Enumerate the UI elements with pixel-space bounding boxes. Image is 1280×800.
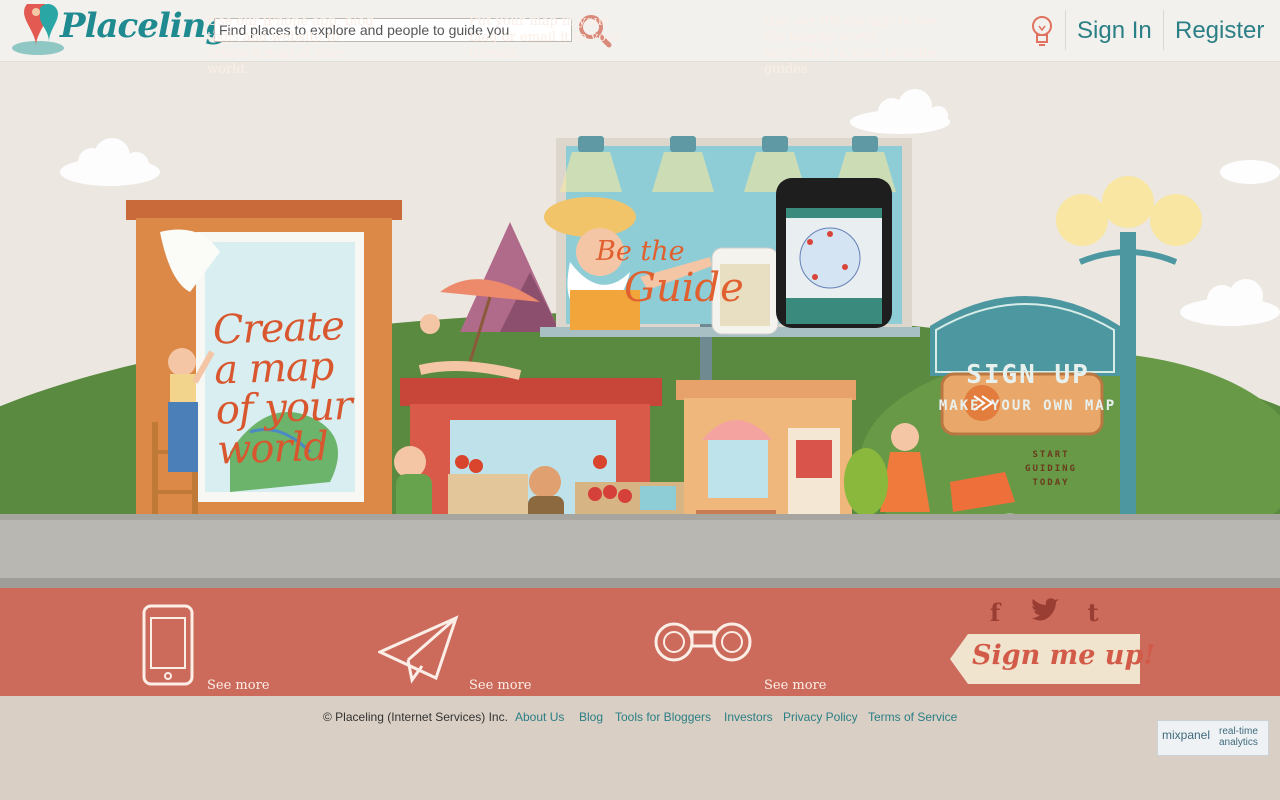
see-more-link[interactable]: See more [764, 678, 827, 693]
footer-link-investors[interactable]: Investors [724, 710, 773, 724]
feature-text: Use our iPhone app, blog tools and websi… [207, 14, 374, 77]
footer-link-bloggers[interactable]: Tools for Bloggers [615, 710, 711, 724]
see-more-link[interactable]: See more [469, 678, 532, 693]
sign-up-subtitle[interactable]: MAKE YOUR OWN MAP [930, 398, 1125, 414]
poster-headline: Create a map of your world [212, 303, 353, 474]
facebook-icon[interactable]: f [982, 598, 1008, 628]
see-more-link[interactable]: See more [207, 678, 270, 693]
header: Placeling Sign In Register [0, 0, 1280, 62]
bakery [676, 380, 856, 522]
hero-scene-graphic [0, 89, 1280, 588]
hero-illustration: Create a map of your world Be the Guide … [0, 62, 1280, 588]
feature-text: Use our iPhone app to see the nearby wor… [764, 14, 938, 77]
header-divider [1065, 10, 1066, 50]
binoculars-icon [654, 622, 752, 662]
register-link[interactable]: Register [1175, 17, 1264, 45]
twitter-icon[interactable] [1030, 598, 1060, 628]
footer-link-privacy[interactable]: Privacy Policy [783, 710, 858, 724]
tumblr-icon[interactable]: t [1080, 598, 1106, 628]
header-divider [1163, 10, 1164, 50]
lightbulb-icon[interactable] [1030, 14, 1054, 48]
feature-text: Put your map in your blog or email it to… [469, 14, 621, 61]
footer-link-blog[interactable]: Blog [579, 710, 603, 724]
iphone-icon [142, 604, 194, 686]
sign-in-link[interactable]: Sign In [1077, 17, 1152, 45]
sign-up-title[interactable]: SIGN UP [938, 360, 1118, 390]
paper-plane-icon [378, 615, 459, 684]
sign-me-up-button[interactable]: Sign me up! [972, 640, 1155, 671]
footer-link-about[interactable]: About Us [515, 710, 564, 724]
copyright-text: © Placeling (Internet Services) Inc. [323, 710, 508, 724]
mixpanel-subtitle: real-time analytics [1219, 726, 1258, 748]
footer-link-terms[interactable]: Terms of Service [868, 710, 957, 724]
mixpanel-name: mixpanel [1162, 728, 1211, 742]
start-guiding-sign[interactable]: START GUIDING TODAY [1015, 448, 1087, 490]
logo-text: Placeling [60, 6, 229, 46]
billboard-headline: Be the Guide [596, 236, 744, 311]
